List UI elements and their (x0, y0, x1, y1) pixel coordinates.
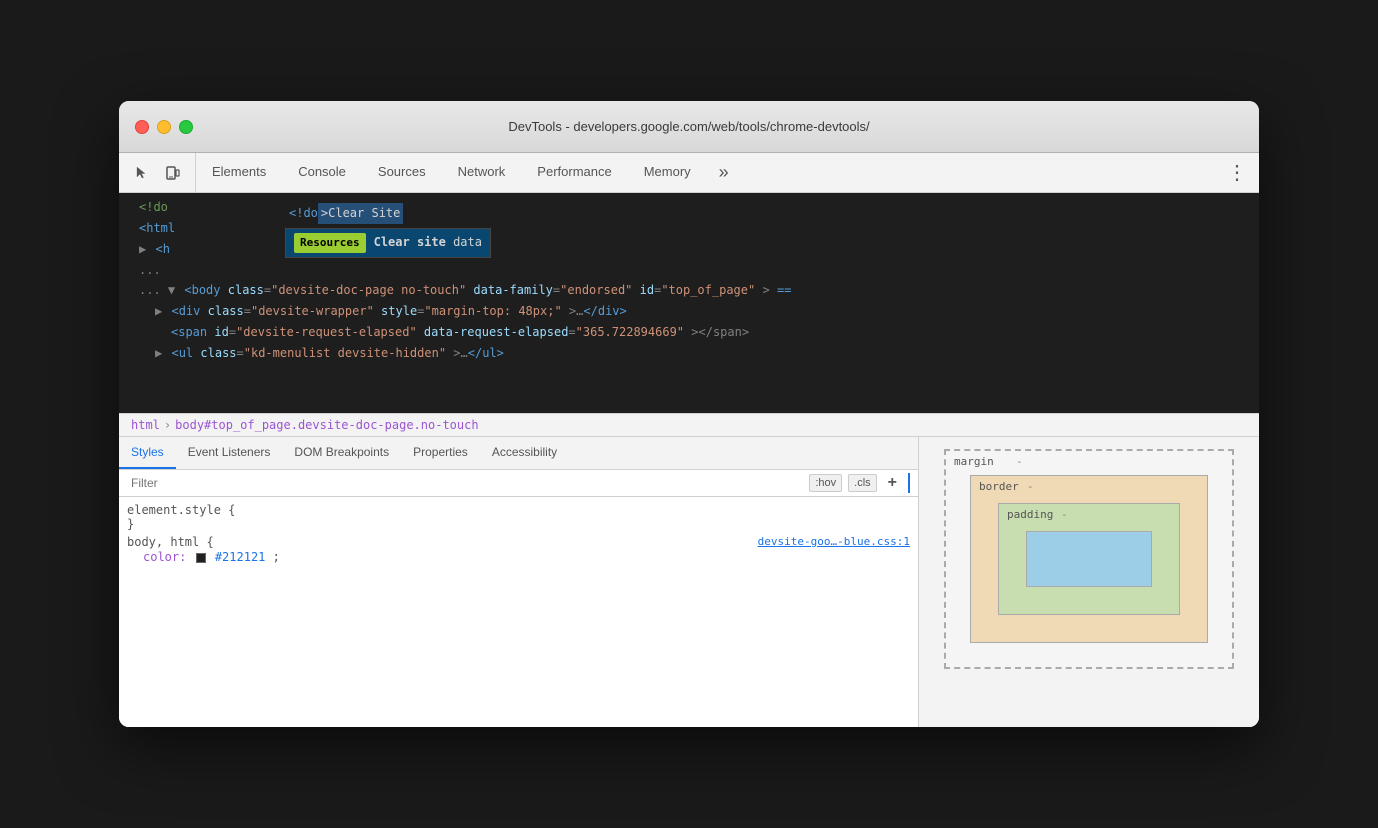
toolbar-icons (119, 153, 196, 192)
autocomplete-badge-0: Resources (294, 233, 366, 253)
maximize-button[interactable] (179, 120, 193, 134)
panel-tabs: Styles Event Listeners DOM Breakpoints P… (119, 437, 918, 470)
box-model-diagram: margin - border - padding - (944, 449, 1234, 669)
tab-memory[interactable]: Memory (628, 153, 707, 192)
filter-input[interactable] (127, 470, 809, 496)
tab-console[interactable]: Console (282, 153, 362, 192)
collapse-arrow-body[interactable]: ▼ (168, 283, 175, 297)
traffic-lights (135, 120, 193, 134)
html-line-body[interactable]: ... ▼ <body class="devsite-doc-page no-t… (119, 280, 1259, 301)
padding-label: padding (1007, 508, 1053, 521)
box-content (1026, 531, 1152, 587)
box-model-panel: margin - border - padding - (919, 437, 1259, 727)
cursor-icon[interactable] (127, 159, 155, 187)
collapse-arrow-ul[interactable]: ▶ (155, 346, 162, 360)
tab-sources[interactable]: Sources (362, 153, 442, 192)
panel-tab-dom-breakpoints[interactable]: DOM Breakpoints (282, 437, 401, 469)
filter-actions: :hov .cls + (809, 472, 902, 494)
panel-tab-properties[interactable]: Properties (401, 437, 480, 469)
css-rule-element-style: element.style { } (119, 501, 918, 533)
styles-panel: Styles Event Listeners DOM Breakpoints P… (119, 437, 919, 727)
css-rule-body-html: devsite-goo…-blue.css:1 body, html { col… (119, 533, 918, 567)
autocomplete-input-line[interactable]: <!do >Clear Site (285, 201, 491, 226)
lower-panel: Styles Event Listeners DOM Breakpoints P… (119, 437, 1259, 727)
breadcrumb-html[interactable]: html (131, 418, 160, 432)
styles-content: element.style { } devsite-goo…-blue.css:… (119, 497, 918, 727)
margin-value: - (1016, 455, 1023, 468)
filter-bar: :hov .cls + (119, 470, 918, 497)
panel-tab-accessibility[interactable]: Accessibility (480, 437, 569, 469)
padding-value: - (1061, 508, 1068, 521)
close-button[interactable] (135, 120, 149, 134)
dots-line: ... (119, 261, 1259, 280)
css-selector-element: element.style { (127, 503, 910, 517)
autocomplete-selected-text: >Clear Site (318, 203, 403, 224)
html-line-div-wrapper: ▶ <div class="devsite-wrapper" style="ma… (119, 301, 1259, 322)
margin-label: margin (954, 455, 994, 468)
tab-network[interactable]: Network (442, 153, 522, 192)
main-tabs: Elements Console Sources Network Perform… (196, 153, 1215, 192)
autocomplete-text-0: Clear site data (374, 233, 482, 252)
cls-button[interactable]: .cls (848, 474, 877, 492)
window-title: DevTools - developers.google.com/web/too… (508, 119, 869, 134)
devtools-toolbar: Elements Console Sources Network Perform… (119, 153, 1259, 193)
css-source-link[interactable]: devsite-goo…-blue.css:1 (758, 535, 910, 548)
device-icon[interactable] (159, 159, 187, 187)
border-value: - (1027, 480, 1034, 493)
devtools-menu-button[interactable]: ⋮ (1215, 153, 1259, 192)
elements-panel: <!do >Clear Site Resources Clear site da… (119, 193, 1259, 413)
css-closing-brace: } (127, 517, 910, 531)
panel-tab-event-listeners[interactable]: Event Listeners (176, 437, 283, 469)
autocomplete-item-0[interactable]: Resources Clear site data (286, 229, 490, 257)
css-selector-body-html: devsite-goo…-blue.css:1 body, html { (127, 535, 910, 549)
breadcrumb: html › body#top_of_page.devsite-doc-page… (119, 413, 1259, 437)
autocomplete-prefix: <!do (289, 204, 318, 223)
css-prop-color: color: #212121 ; (143, 549, 910, 565)
devtools-container: Elements Console Sources Network Perform… (119, 153, 1259, 727)
html-line-ul: ▶ <ul class="kd-menulist devsite-hidden"… (119, 343, 1259, 364)
devtools-window: DevTools - developers.google.com/web/too… (119, 101, 1259, 727)
tab-performance[interactable]: Performance (521, 153, 627, 192)
more-tabs-button[interactable]: » (707, 153, 741, 192)
hov-button[interactable]: :hov (809, 474, 842, 492)
autocomplete-container: <!do >Clear Site Resources Clear site da… (285, 201, 491, 258)
color-swatch[interactable] (196, 553, 206, 563)
panel-tab-styles[interactable]: Styles (119, 437, 176, 469)
autocomplete-dropdown: Resources Clear site data (285, 228, 491, 258)
collapse-arrow-head[interactable]: ▶ (139, 242, 146, 256)
breadcrumb-body[interactable]: body#top_of_page.devsite-doc-page.no-tou… (175, 418, 478, 432)
filter-cursor (902, 473, 910, 493)
titlebar: DevTools - developers.google.com/web/too… (119, 101, 1259, 153)
minimize-button[interactable] (157, 120, 171, 134)
add-style-button[interactable]: + (883, 472, 902, 494)
tab-elements[interactable]: Elements (196, 153, 282, 192)
html-line-span: <span id="devsite-request-elapsed" data-… (119, 322, 1259, 343)
border-label: border (979, 480, 1019, 493)
collapse-arrow-div[interactable]: ▶ (155, 304, 162, 318)
